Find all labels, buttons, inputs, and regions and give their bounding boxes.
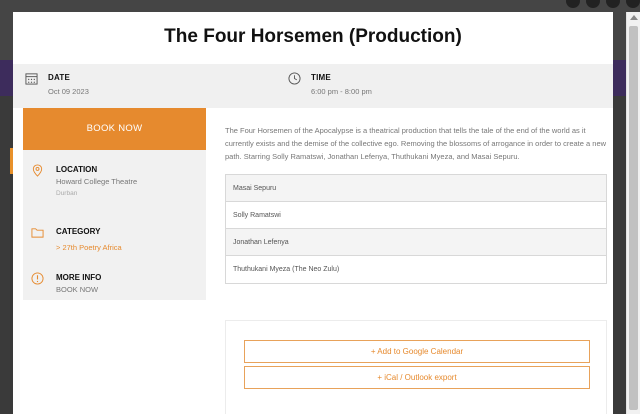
event-sidebar: LOCATION Howard College Theatre Durban C…: [23, 150, 206, 300]
social-dot-icon: [606, 0, 620, 8]
more-info-label: MORE INFO: [56, 273, 102, 282]
date-value: Oct 09 2023: [48, 87, 89, 96]
event-description: The Four Horsemen of the Apocalypse is a…: [225, 126, 607, 161]
category-link[interactable]: > 27th Poetry Africa: [56, 242, 122, 253]
location-pin-icon: [32, 164, 43, 177]
modal-scrollbar[interactable]: [626, 12, 640, 414]
ical-outlook-export-button[interactable]: + iCal / Outlook export: [244, 366, 590, 389]
book-now-button[interactable]: BOOK NOW: [23, 108, 206, 150]
location-name: Howard College Theatre: [56, 177, 138, 186]
folder-icon: [31, 228, 44, 238]
date-label: DATE: [48, 73, 70, 82]
social-dot-icon: [566, 0, 580, 8]
social-dot-icon: [626, 0, 640, 8]
calendar-icon: [25, 73, 38, 85]
time-label: TIME: [311, 73, 331, 82]
cast-table: Masai Sepuru Solly Ramatswi Jonathan Lef…: [225, 174, 607, 284]
scroll-up-arrow-icon[interactable]: [630, 15, 638, 20]
clock-icon: [288, 72, 301, 85]
category-label: CATEGORY: [56, 227, 101, 236]
calendar-export-box: + Add to Google Calendar + iCal / Outloo…: [225, 320, 607, 414]
date-item: DATE Oct 09 2023: [25, 72, 89, 98]
event-modal: The Four Horsemen (Production) DATE Oct …: [13, 12, 613, 414]
more-info-link[interactable]: BOOK NOW: [56, 284, 101, 295]
table-row: Solly Ramatswi: [226, 202, 606, 229]
more-info-item: MORE INFO BOOK NOW: [31, 272, 101, 295]
page-backdrop-social: [566, 0, 640, 8]
time-item: TIME 6:00 pm - 8:00 pm: [288, 72, 372, 98]
add-google-calendar-button[interactable]: + Add to Google Calendar: [244, 340, 590, 363]
event-title: The Four Horsemen (Production): [164, 26, 462, 47]
time-value: 6:00 pm - 8:00 pm: [311, 87, 372, 96]
table-row: Masai Sepuru: [226, 175, 606, 202]
location-city: Durban: [56, 190, 78, 197]
info-icon: [31, 272, 44, 285]
scroll-thumb[interactable]: [629, 26, 638, 410]
category-item: CATEGORY > 27th Poetry Africa: [31, 226, 122, 253]
table-row: Jonathan Lefenya: [226, 229, 606, 256]
location-label: LOCATION: [56, 165, 98, 174]
event-meta-bar: DATE Oct 09 2023 TIME 6:00 pm - 8:00 pm: [13, 64, 613, 108]
location-item: LOCATION Howard College Theatre Durban: [31, 164, 137, 199]
social-dot-icon: [586, 0, 600, 8]
table-row: Thuthukani Myeza (The Neo Zulu): [233, 266, 340, 273]
